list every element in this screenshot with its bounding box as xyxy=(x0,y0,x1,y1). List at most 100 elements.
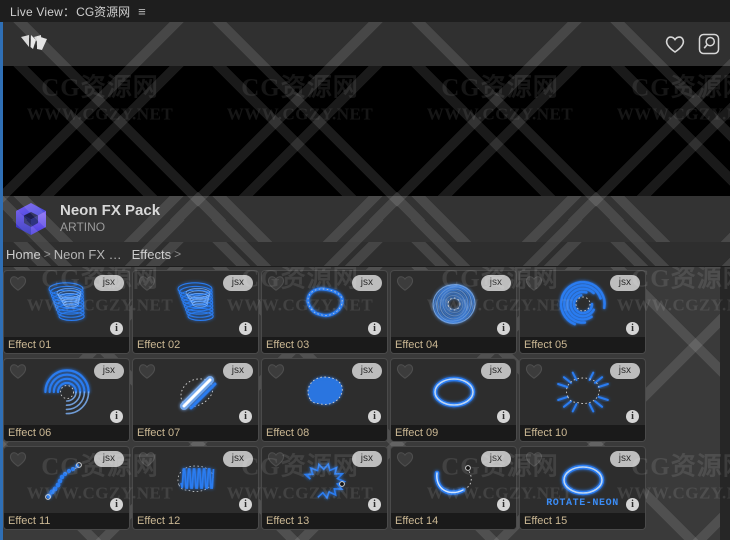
info-icon[interactable]: i xyxy=(110,410,123,423)
effect-label: Effect 02 xyxy=(133,337,258,353)
cube-logo-icon xyxy=(12,200,50,238)
watermark-text: CG资源网 WWW.CGZY.NET xyxy=(27,68,173,125)
favorite-heart-icon[interactable] xyxy=(524,362,544,380)
effect-card[interactable]: jsx ROTATE-NEON i Effect 15 xyxy=(519,446,646,530)
info-icon[interactable]: i xyxy=(368,410,381,423)
breadcrumb-item-effects[interactable]: Effects xyxy=(130,247,174,262)
jsx-badge: jsx xyxy=(609,451,640,467)
watermark-overlay-preview: CG资源网 WWW.CGZY.NET CG资源网 WWW.CGZY.NET CG… xyxy=(0,66,730,196)
info-icon[interactable]: i xyxy=(626,410,639,423)
watermark-en: WWW.CGZY.NET xyxy=(26,104,174,124)
effect-card[interactable]: jsx i Effect 11 xyxy=(3,446,130,530)
info-icon[interactable]: i xyxy=(626,498,639,511)
favorite-heart-icon[interactable] xyxy=(8,362,28,380)
info-icon[interactable]: i xyxy=(110,322,123,335)
breadcrumb-separator: > xyxy=(43,247,51,261)
effects-grid-area: jsx i Effect 01 jsx i Effect 02 jsx i Ef… xyxy=(0,267,730,540)
effect-card[interactable]: jsx i Effect 05 xyxy=(519,270,646,354)
jsx-badge: jsx xyxy=(480,275,511,291)
titlebar: Live View： CG资源网 ≡ xyxy=(0,0,730,22)
breadcrumb-separator: > xyxy=(174,247,182,261)
effect-label: Effect 06 xyxy=(4,425,129,441)
favorite-heart-icon[interactable] xyxy=(8,274,28,292)
effect-label: Effect 15 xyxy=(520,513,645,529)
watermark-cn: CG资源网 xyxy=(441,74,559,102)
info-icon[interactable]: i xyxy=(239,322,252,335)
effect-card[interactable]: jsx i Effect 04 xyxy=(390,270,517,354)
breadcrumb-item-home[interactable]: Home xyxy=(4,247,43,262)
search-icon[interactable] xyxy=(696,31,722,57)
effect-card[interactable]: jsx i Effect 07 xyxy=(132,358,259,442)
breadcrumb: Home > Neon FX … Effects > xyxy=(0,242,730,267)
effect-card[interactable]: jsx i Effect 06 xyxy=(3,358,130,442)
product-header: Neon FX Pack ARTINO xyxy=(0,196,730,242)
watermark-diagonals xyxy=(0,66,730,196)
info-icon[interactable]: i xyxy=(110,498,123,511)
effect-label: Effect 04 xyxy=(391,337,516,353)
effect-label: Effect 11 xyxy=(4,513,129,529)
favorite-heart-icon[interactable] xyxy=(8,450,28,468)
favorite-heart-icon[interactable] xyxy=(266,362,286,380)
jsx-badge: jsx xyxy=(93,275,124,291)
live-view-panel: Live View： CG资源网 ≡ CG资源网 WWW.CGZY.NET CG… xyxy=(0,0,730,540)
watermark-cn: CG资源网 xyxy=(41,74,159,102)
effect-label: Effect 03 xyxy=(262,337,387,353)
jsx-badge: jsx xyxy=(609,275,640,291)
favorite-heart-icon[interactable] xyxy=(137,362,157,380)
effect-label: Effect 09 xyxy=(391,425,516,441)
effect-label: Effect 07 xyxy=(133,425,258,441)
effect-card[interactable]: jsx i Effect 14 xyxy=(390,446,517,530)
jsx-badge: jsx xyxy=(351,363,382,379)
favorite-heart-icon[interactable] xyxy=(137,274,157,292)
product-text-block: Neon FX Pack ARTINO xyxy=(60,203,160,235)
effect-card[interactable]: jsx i Effect 10 xyxy=(519,358,646,442)
effect-label: Effect 14 xyxy=(391,513,516,529)
favorite-heart-icon[interactable] xyxy=(395,450,415,468)
watermark-text: CG资源网 WWW.CGZY.NET xyxy=(227,68,373,125)
favorite-heart-icon[interactable] xyxy=(524,274,544,292)
jsx-badge: jsx xyxy=(222,451,253,467)
watermark-en: WWW.CGZY.NET xyxy=(426,104,574,124)
heart-icon[interactable] xyxy=(662,31,688,57)
effect-card[interactable]: jsx i Effect 08 xyxy=(261,358,388,442)
effect-card[interactable]: jsx i Effect 09 xyxy=(390,358,517,442)
watermark-en: WWW.CGZY.NET xyxy=(616,104,730,124)
fan-logo[interactable] xyxy=(18,33,58,55)
effect-label: Effect 08 xyxy=(262,425,387,441)
info-icon[interactable]: i xyxy=(368,322,381,335)
jsx-badge: jsx xyxy=(93,451,124,467)
info-icon[interactable]: i xyxy=(626,322,639,335)
effect-card[interactable]: jsx i Effect 02 xyxy=(132,270,259,354)
effect-card[interactable]: jsx i Effect 13 xyxy=(261,446,388,530)
effect-card[interactable]: jsx i Effect 12 xyxy=(132,446,259,530)
favorite-heart-icon[interactable] xyxy=(137,450,157,468)
jsx-badge: jsx xyxy=(480,451,511,467)
watermark-text: CG资源网 WWW.CGZY.NET xyxy=(617,68,730,125)
favorite-heart-icon[interactable] xyxy=(524,450,544,468)
panel-header xyxy=(0,0,730,266)
breadcrumb-item-pack[interactable]: Neon FX … xyxy=(52,247,124,262)
effect-label: Effect 13 xyxy=(262,513,387,529)
favorite-heart-icon[interactable] xyxy=(266,450,286,468)
favorite-heart-icon[interactable] xyxy=(395,362,415,380)
panel-menu-icon[interactable]: ≡ xyxy=(138,5,146,18)
watermark-text: CG资源网 WWW.CGZY.NET xyxy=(427,68,573,125)
jsx-badge: jsx xyxy=(222,363,253,379)
info-icon[interactable]: i xyxy=(497,410,510,423)
info-icon[interactable]: i xyxy=(497,498,510,511)
info-icon[interactable]: i xyxy=(239,498,252,511)
titlebar-label: Live View： xyxy=(10,4,76,19)
favorite-heart-icon[interactable] xyxy=(266,274,286,292)
preview-player[interactable]: CG资源网 WWW.CGZY.NET CG资源网 WWW.CGZY.NET CG… xyxy=(0,66,730,196)
watermark-overlay-header xyxy=(0,0,730,266)
effect-card[interactable]: jsx i Effect 01 xyxy=(3,270,130,354)
effects-grid: jsx i Effect 01 jsx i Effect 02 jsx i Ef… xyxy=(0,267,730,533)
info-icon[interactable]: i xyxy=(368,498,381,511)
jsx-badge: jsx xyxy=(93,363,124,379)
effect-card[interactable]: jsx i Effect 03 xyxy=(261,270,388,354)
favorite-heart-icon[interactable] xyxy=(395,274,415,292)
info-icon[interactable]: i xyxy=(497,322,510,335)
jsx-badge: jsx xyxy=(222,275,253,291)
jsx-badge: jsx xyxy=(351,275,382,291)
info-icon[interactable]: i xyxy=(239,410,252,423)
